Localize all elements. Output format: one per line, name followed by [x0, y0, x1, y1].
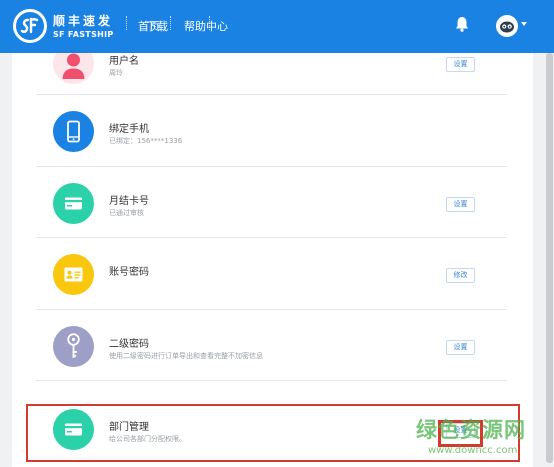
- avatar-icon[interactable]: [496, 15, 518, 37]
- set-secondary-password-button[interactable]: 设置: [446, 340, 475, 355]
- setting-title: 月结卡号: [109, 196, 149, 207]
- id-card-icon: [53, 254, 94, 295]
- scrollbar-thumb[interactable]: [546, 53, 553, 463]
- brand-name-en: SF FASTSHIP: [53, 30, 114, 39]
- setting-desc: 已通过审核: [109, 209, 144, 217]
- setting-title: 二级密码: [109, 339, 149, 350]
- setting-row-secondary-password: 二级密码 使用二级密码进行订单导出和查看完整不加密信息 设置: [36, 310, 507, 380]
- chevron-down-icon[interactable]: [521, 22, 527, 26]
- setting-title: 用户名: [109, 56, 139, 67]
- setting-row-password: 账号密码 修改: [36, 238, 507, 308]
- nav-download[interactable]: 下载: [146, 18, 168, 34]
- setting-row-phone: 绑定手机 已绑定：156****1336: [36, 95, 507, 165]
- bell-icon[interactable]: [455, 16, 469, 36]
- user-icon: [53, 53, 94, 84]
- card-icon: [53, 183, 94, 224]
- setting-row-monthly-card: 月结卡号 已通过审核 设置: [36, 167, 507, 237]
- nav-help-center[interactable]: 帮助中心: [184, 18, 228, 34]
- setting-desc: 使用二级密码进行订单导出和查看完整不加密信息: [109, 352, 263, 360]
- setting-row-username: 用户名 周玲 设置: [36, 53, 507, 97]
- key-icon: [53, 326, 94, 367]
- sf-logo-icon[interactable]: [13, 9, 47, 43]
- modify-password-button[interactable]: 修改: [446, 268, 475, 283]
- nav-divider: [170, 16, 171, 30]
- top-bar: 顺丰速发 SF FASTSHIP 首页 下载 帮助中心: [0, 0, 554, 53]
- set-username-button[interactable]: 设置: [446, 57, 475, 72]
- nav-divider: [126, 16, 127, 30]
- row-divider: [36, 380, 507, 381]
- setting-desc: 周玲: [109, 69, 123, 77]
- brand-name-cn: 顺丰速发: [53, 14, 114, 28]
- phone-icon: [53, 111, 94, 152]
- watermark-text: 绿色资源网: [416, 418, 526, 442]
- setting-desc: 已绑定：156****1336: [109, 137, 183, 145]
- setting-title: 绑定手机: [109, 124, 149, 135]
- setting-title: 账号密码: [109, 267, 149, 278]
- watermark-url: www.downcc.com: [428, 445, 518, 456]
- set-monthly-card-button[interactable]: 设置: [446, 197, 475, 212]
